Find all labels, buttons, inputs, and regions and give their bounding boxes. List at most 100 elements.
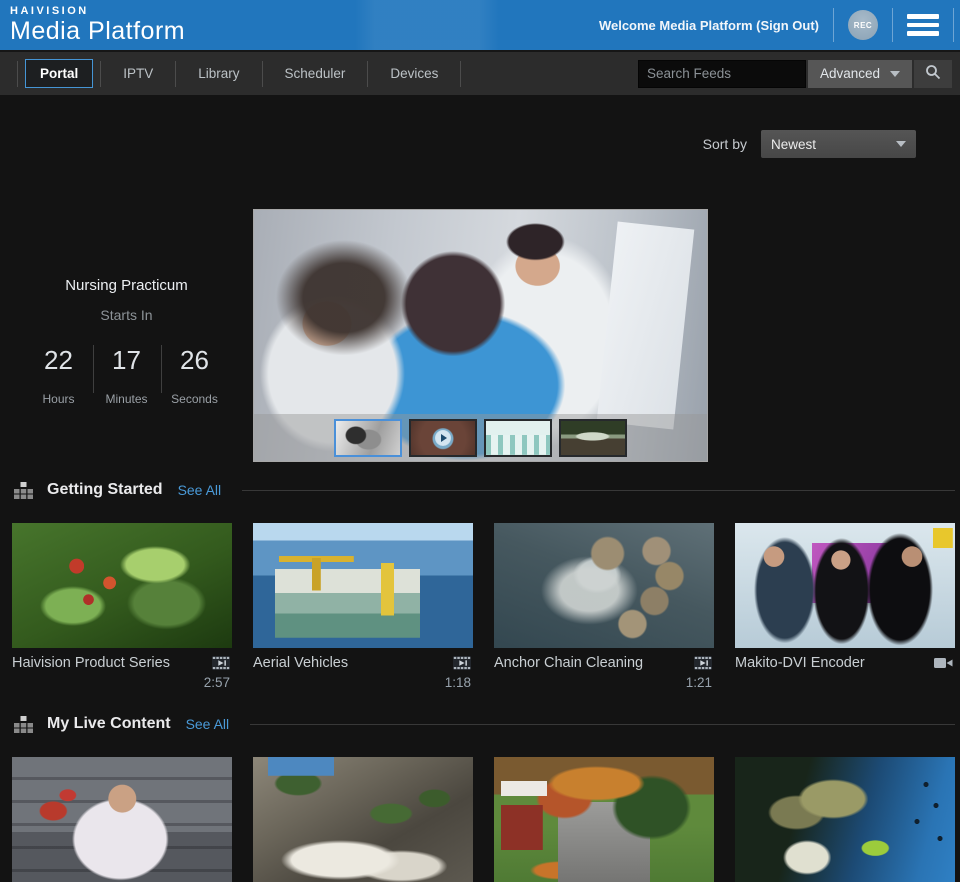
countdown-seconds: 26 Seconds xyxy=(161,345,229,406)
video-title: Aerial Vehicles xyxy=(253,655,348,671)
tab-library[interactable]: Library xyxy=(183,59,254,88)
carousel-thumbnail-strip xyxy=(254,414,707,461)
advanced-label: Advanced xyxy=(820,66,880,81)
video-thumbnail-tradeshow[interactable] xyxy=(735,523,955,648)
search-input[interactable] xyxy=(638,60,806,88)
countdown-value: 17 xyxy=(93,345,161,376)
video-card[interactable]: Anchor Chain Cleaning 1:21 xyxy=(494,523,714,691)
content-section: Getting Started See All Haivision Product … xyxy=(0,478,960,691)
video-duration: 1:21 xyxy=(494,675,714,691)
carousel-thumbnail-eye[interactable] xyxy=(409,419,477,457)
featured-carousel[interactable] xyxy=(253,209,708,462)
section-header: My Live Content See All xyxy=(14,712,955,736)
video-card[interactable] xyxy=(735,757,955,882)
countdown-value: 26 xyxy=(161,345,229,376)
video-card[interactable]: Makito-DVI Encoder xyxy=(735,523,955,691)
section-divider xyxy=(250,724,955,725)
brand-logo: HAIVISION Media Platform xyxy=(10,6,185,44)
video-card[interactable]: Aerial Vehicles 1:18 xyxy=(253,523,473,691)
header-divider xyxy=(953,8,954,42)
countdown-minutes: 17 Minutes xyxy=(93,345,161,406)
header-right: Welcome Media Platform (Sign Out) REC xyxy=(599,8,956,42)
rec-badge[interactable]: REC xyxy=(848,10,878,40)
menu-icon[interactable] xyxy=(907,8,939,42)
video-thumbnail-autumn-road[interactable] xyxy=(494,757,714,882)
content-sections: Getting Started See All Haivision Product … xyxy=(0,478,960,882)
nav-search-area: Advanced xyxy=(638,60,952,88)
countdown-panel: Nursing Practicum Starts In 22 Hours 17 Min… xyxy=(0,209,253,462)
brand-media-platform: Media Platform xyxy=(10,19,185,44)
header-divider xyxy=(892,8,893,42)
section-header: Getting Started See All xyxy=(14,478,955,502)
video-thumbnail-oil-rig[interactable] xyxy=(253,523,473,648)
app-header: HAIVISION Media Platform Welcome Media P… xyxy=(0,0,960,50)
film-icon xyxy=(694,656,714,670)
video-title: Makito-DVI Encoder xyxy=(735,655,865,671)
countdown-unit: Minutes xyxy=(93,392,161,406)
section-title: My Live Content xyxy=(47,715,171,733)
video-duration: 1:18 xyxy=(253,675,473,691)
tab-portal[interactable]: Portal xyxy=(25,59,93,88)
tab-iptv[interactable]: IPTV xyxy=(108,59,168,88)
video-title: Haivision Product Series xyxy=(12,655,170,671)
section-divider xyxy=(242,490,955,491)
advanced-button[interactable]: Advanced xyxy=(808,60,912,88)
section-title: Getting Started xyxy=(47,481,163,499)
brand-haivision: HAIVISION xyxy=(10,6,185,17)
search-button[interactable] xyxy=(914,60,952,88)
tab-divider xyxy=(262,61,263,87)
countdown-title: Nursing Practicum xyxy=(65,277,188,294)
video-title: Anchor Chain Cleaning xyxy=(494,655,643,671)
countdown-timer: 22 Hours 17 Minutes 26 Seconds xyxy=(25,345,229,406)
caret-down-icon xyxy=(896,141,906,147)
header-divider xyxy=(833,8,834,42)
countdown-subtitle: Starts In xyxy=(100,307,152,323)
countdown-value: 22 xyxy=(25,345,93,376)
film-icon xyxy=(453,656,473,670)
tab-scheduler[interactable]: Scheduler xyxy=(270,59,361,88)
video-thumbnail-rocky-cliff[interactable] xyxy=(253,757,473,882)
tab-divider xyxy=(100,61,101,87)
camera-icon xyxy=(934,657,955,669)
tab-divider xyxy=(367,61,368,87)
film-icon xyxy=(212,656,232,670)
countdown-unit: Seconds xyxy=(161,392,229,406)
caret-down-icon xyxy=(890,71,900,77)
sort-by-label: Sort by xyxy=(703,136,747,152)
search-icon xyxy=(925,64,941,83)
video-duration: 2:57 xyxy=(12,675,232,691)
video-thumbnail-anchor-chain[interactable] xyxy=(494,523,714,648)
video-duration xyxy=(735,675,955,691)
nav-tabs: Portal IPTV Library Scheduler Devices xyxy=(10,52,468,95)
countdown-unit: Hours xyxy=(25,392,93,406)
video-thumbnail-jungle[interactable] xyxy=(12,523,232,648)
sort-value: Newest xyxy=(771,137,816,152)
sort-dropdown[interactable]: Newest xyxy=(761,130,916,158)
tab-divider xyxy=(175,61,176,87)
see-all-link[interactable]: See All xyxy=(178,482,222,498)
tab-divider xyxy=(17,61,18,87)
featured-hero: Nursing Practicum Starts In 22 Hours 17 Min… xyxy=(0,209,960,462)
sitemap-icon xyxy=(14,482,33,499)
content-section: My Live Content See All xyxy=(0,712,960,882)
carousel-thumbnail-lake[interactable] xyxy=(559,419,627,457)
video-card[interactable] xyxy=(12,757,232,882)
video-cards-row xyxy=(12,757,948,882)
main-nav: Portal IPTV Library Scheduler Devices Advanc… xyxy=(0,50,960,95)
see-all-link[interactable]: See All xyxy=(186,716,230,732)
portal-content: Sort by Newest Nursing Practicum Starts … xyxy=(0,130,960,882)
video-card[interactable]: Haivision Product Series 2:57 xyxy=(12,523,232,691)
video-cards-row: Haivision Product Series 2:57 Aerial Vehic… xyxy=(12,523,948,691)
sort-row: Sort by Newest xyxy=(0,130,960,158)
sitemap-icon xyxy=(14,716,33,733)
carousel-thumbnail-hospital-ward[interactable] xyxy=(484,419,552,457)
video-thumbnail-studio-man[interactable] xyxy=(12,757,232,882)
tab-divider xyxy=(460,61,461,87)
carousel-thumbnail-medical-grayscale[interactable] xyxy=(334,419,402,457)
welcome-sign-out-link[interactable]: Welcome Media Platform (Sign Out) xyxy=(599,18,819,33)
video-card[interactable] xyxy=(494,757,714,882)
video-card[interactable] xyxy=(253,757,473,882)
tab-devices[interactable]: Devices xyxy=(375,59,453,88)
countdown-hours: 22 Hours xyxy=(25,345,93,406)
video-thumbnail-coral-reef[interactable] xyxy=(735,757,955,882)
